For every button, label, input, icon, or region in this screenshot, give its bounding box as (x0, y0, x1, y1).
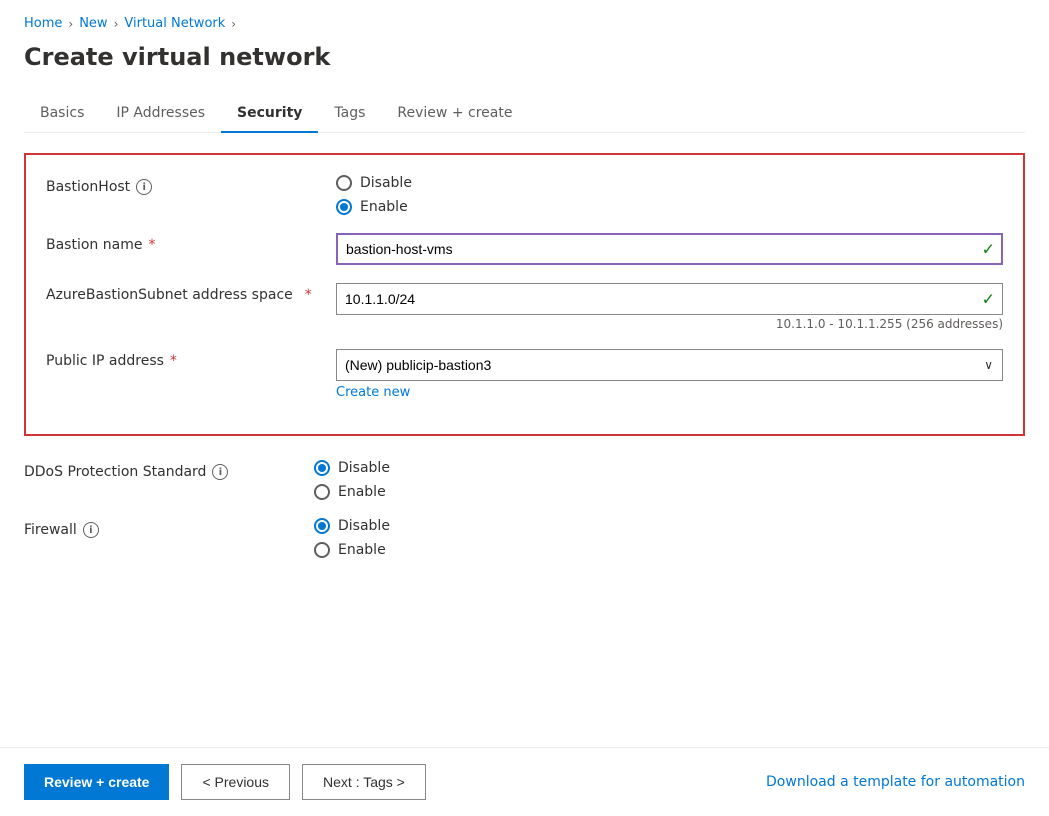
firewall-disable-label: Disable (338, 518, 390, 534)
bastion-host-disable-option[interactable]: Disable (336, 175, 1003, 191)
previous-button[interactable]: < Previous (181, 764, 290, 800)
public-ip-row: Public IP address * (New) publicip-basti… (46, 349, 1003, 400)
bastion-name-checkmark: ✓ (982, 240, 995, 259)
firewall-row: Firewall i Disable Enable (24, 518, 1025, 558)
tab-basics[interactable]: Basics (24, 95, 100, 133)
tab-review-create[interactable]: Review + create (381, 95, 528, 133)
bastion-host-enable-radio[interactable] (336, 199, 352, 215)
tab-bar: Basics IP Addresses Security Tags Review… (24, 95, 1025, 133)
firewall-enable-option[interactable]: Enable (314, 542, 1025, 558)
tab-ip-addresses[interactable]: IP Addresses (100, 95, 221, 133)
bastion-host-control: Disable Enable (336, 175, 1003, 215)
breadcrumb-sep-3: › (231, 17, 236, 31)
ddos-row: DDoS Protection Standard i Disable Enabl… (24, 460, 1025, 500)
firewall-disable-radio[interactable] (314, 518, 330, 534)
firewall-label: Firewall i (24, 518, 314, 538)
ddos-control: Disable Enable (314, 460, 1025, 500)
public-ip-required: * (170, 353, 177, 369)
public-ip-label: Public IP address * (46, 349, 336, 369)
breadcrumb-sep-1: › (68, 17, 73, 31)
bastion-name-label: Bastion name * (46, 233, 336, 253)
bastion-name-input-wrapper: bastion-host-vms ✓ (336, 233, 1003, 265)
bastion-host-row: BastionHost i Disable Enable (46, 175, 1003, 215)
bastion-host-info-icon[interactable]: i (136, 179, 152, 195)
bastion-section: BastionHost i Disable Enable (24, 153, 1025, 436)
breadcrumb-sep-2: › (114, 17, 119, 31)
breadcrumb-vnet[interactable]: Virtual Network (124, 16, 225, 31)
bastion-name-input[interactable]: bastion-host-vms (336, 233, 1003, 265)
breadcrumb: Home › New › Virtual Network › (24, 16, 1025, 31)
public-ip-select[interactable]: (New) publicip-bastion3 (336, 349, 1003, 381)
footer: Review + create < Previous Next : Tags >… (0, 747, 1049, 816)
subnet-address-required: * (305, 287, 312, 303)
ddos-disable-radio[interactable] (314, 460, 330, 476)
tab-tags[interactable]: Tags (318, 95, 381, 133)
firewall-control: Disable Enable (314, 518, 1025, 558)
subnet-address-label: AzureBastionSubnet address space * (46, 283, 336, 303)
subnet-address-hint: 10.1.1.0 - 10.1.1.255 (256 addresses) (336, 317, 1003, 331)
breadcrumb-new[interactable]: New (79, 16, 107, 31)
bastion-host-disable-label: Disable (360, 175, 412, 191)
firewall-radio-group: Disable Enable (314, 518, 1025, 558)
subnet-address-control: ✓ 10.1.1.0 - 10.1.1.255 (256 addresses) (336, 283, 1003, 331)
subnet-address-row: AzureBastionSubnet address space * ✓ 10.… (46, 283, 1003, 331)
bastion-host-enable-option[interactable]: Enable (336, 199, 1003, 215)
firewall-info-icon[interactable]: i (83, 522, 99, 538)
ddos-enable-radio[interactable] (314, 484, 330, 500)
subnet-address-input[interactable] (336, 283, 1003, 315)
create-new-link[interactable]: Create new (336, 385, 410, 400)
ddos-radio-group: Disable Enable (314, 460, 1025, 500)
bastion-name-control: bastion-host-vms ✓ (336, 233, 1003, 265)
subnet-address-input-wrapper: ✓ (336, 283, 1003, 315)
bastion-name-required: * (148, 237, 155, 253)
public-ip-control: (New) publicip-bastion3 ∨ Create new (336, 349, 1003, 400)
ddos-disable-option[interactable]: Disable (314, 460, 1025, 476)
page-title: Create virtual network (24, 43, 1025, 71)
automation-template-link[interactable]: Download a template for automation (766, 774, 1025, 790)
bastion-name-row: Bastion name * bastion-host-vms ✓ (46, 233, 1003, 265)
ddos-info-icon[interactable]: i (212, 464, 228, 480)
breadcrumb-home[interactable]: Home (24, 16, 62, 31)
ddos-label: DDoS Protection Standard i (24, 460, 314, 480)
next-button[interactable]: Next : Tags > (302, 764, 426, 800)
subnet-address-checkmark: ✓ (982, 290, 995, 309)
bastion-host-radio-group: Disable Enable (336, 175, 1003, 215)
firewall-enable-radio[interactable] (314, 542, 330, 558)
tab-security[interactable]: Security (221, 95, 318, 133)
bastion-host-label: BastionHost i (46, 175, 336, 195)
review-create-button[interactable]: Review + create (24, 764, 169, 800)
bastion-host-disable-radio[interactable] (336, 175, 352, 191)
firewall-disable-option[interactable]: Disable (314, 518, 1025, 534)
bastion-host-enable-label: Enable (360, 199, 408, 215)
ddos-enable-option[interactable]: Enable (314, 484, 1025, 500)
public-ip-dropdown-wrapper: (New) publicip-bastion3 ∨ (336, 349, 1003, 381)
firewall-enable-label: Enable (338, 542, 386, 558)
ddos-disable-label: Disable (338, 460, 390, 476)
ddos-enable-label: Enable (338, 484, 386, 500)
